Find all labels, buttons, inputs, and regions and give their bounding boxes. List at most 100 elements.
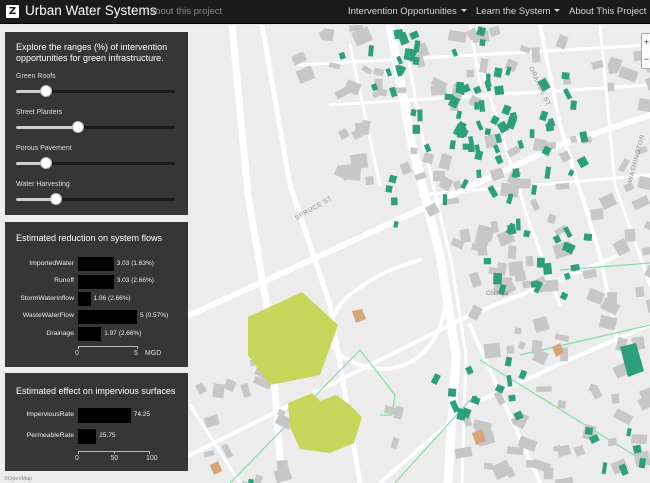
bar [78, 292, 91, 306]
green-roof-building [638, 457, 646, 469]
building [525, 255, 534, 267]
zoom-control: + − [641, 33, 650, 69]
street-planters-slider[interactable] [16, 121, 175, 133]
road-network [187, 25, 650, 483]
building [607, 437, 618, 447]
x-axis-tick [149, 451, 150, 454]
building [203, 414, 221, 429]
impervious-surfaces-panel: Estimated effect on impervious surfaces … [5, 373, 188, 471]
green-roof-building [561, 72, 570, 80]
building [506, 446, 524, 456]
slider-label-water-harvesting: Water Harvesting [16, 181, 70, 188]
bar [78, 274, 114, 289]
building [361, 65, 373, 75]
zoom-out-button[interactable]: − [642, 51, 650, 68]
bar-category-label: Runoff [54, 277, 74, 284]
x-axis-tick [78, 451, 79, 454]
building [468, 271, 482, 288]
building [390, 436, 400, 450]
building [641, 245, 650, 256]
building [273, 466, 293, 483]
nav-learn-the-system[interactable]: Learn the System [476, 6, 561, 18]
green-roof-building [504, 356, 513, 367]
green-roofs-slider[interactable] [16, 85, 175, 97]
green-roof-building [476, 169, 482, 178]
bar-value-label: 3.03 (1.63%) [116, 259, 154, 267]
building [531, 340, 543, 355]
x-tick-label: 0 [75, 455, 79, 462]
water-harvesting-slider[interactable] [16, 193, 175, 205]
green-roof-building [563, 226, 573, 239]
green-roof-building [447, 388, 457, 397]
slider-handle[interactable] [40, 85, 53, 97]
porous-pavement-slider[interactable] [16, 157, 175, 169]
green-roof-building [412, 124, 420, 134]
bar [78, 429, 97, 444]
green-roof-building [512, 168, 520, 178]
building [607, 82, 615, 92]
building [598, 314, 618, 331]
building [447, 29, 467, 43]
green-roof-building [455, 81, 465, 94]
nav-intervention-opportunities[interactable]: Intervention Opportunities [348, 6, 467, 18]
building [624, 228, 636, 242]
building [617, 66, 639, 83]
green-roof-building [410, 108, 417, 117]
green-roof-building [576, 155, 589, 169]
building [546, 213, 557, 225]
x-tick-label: 5 [134, 349, 138, 357]
nav-about-this-project[interactable]: About This Project [569, 6, 650, 18]
green-roof-building [544, 166, 552, 179]
x-tick-label: 0 [75, 349, 79, 357]
building [522, 280, 531, 289]
green-roof-building [462, 143, 470, 150]
green-roof-building [506, 375, 513, 387]
green-roof-building [508, 394, 516, 402]
building [525, 459, 539, 468]
building [631, 434, 648, 445]
place-label: Chelsea [486, 291, 509, 297]
building [631, 194, 650, 211]
building [479, 58, 489, 74]
green-roof-building [552, 234, 562, 244]
green-roof-building [475, 120, 484, 131]
green-roof-building [430, 373, 441, 385]
green-roof-building [473, 85, 482, 95]
panel-title: Estimated effect on impervious surfaces [16, 386, 176, 396]
green-roof-building [385, 185, 393, 193]
building [531, 47, 541, 63]
building [514, 327, 522, 335]
app-title[interactable]: Urban Water Systems [25, 3, 157, 19]
panel-title: Explore the ranges (%) of intervention o… [16, 42, 168, 63]
about-link[interactable]: - about this project [144, 6, 222, 18]
intervention-sliders-panel: Explore the ranges (%) of intervention o… [5, 32, 188, 215]
building [410, 147, 418, 155]
slider-handle[interactable] [49, 193, 62, 205]
bar-category-label: StormWaterInflow [20, 294, 74, 302]
green-roof-building [484, 128, 492, 136]
building [240, 382, 252, 399]
green-roof-building [444, 93, 454, 101]
building [506, 345, 515, 355]
app-logo[interactable]: Z [6, 5, 19, 18]
building [618, 157, 631, 173]
green-roof-building [632, 444, 642, 454]
building [555, 478, 567, 483]
bar [78, 327, 102, 341]
green-roof-building [515, 218, 521, 231]
green-roof-building [409, 30, 420, 40]
zoom-in-button[interactable]: + [642, 34, 650, 51]
map-attribution[interactable]: ©OpenMap [4, 476, 32, 482]
building [611, 393, 620, 404]
bar-value-label: 1.06 (2.66%) [93, 294, 131, 302]
building [195, 382, 207, 395]
green-roof-building [479, 39, 486, 47]
x-tick-label: 50 [110, 455, 119, 462]
building [466, 69, 475, 78]
building [373, 67, 385, 77]
slider-handle[interactable] [72, 121, 84, 133]
green-roof-building [338, 51, 346, 60]
slider-handle[interactable] [40, 157, 53, 169]
green-roof-building [486, 73, 491, 82]
building [223, 378, 237, 392]
